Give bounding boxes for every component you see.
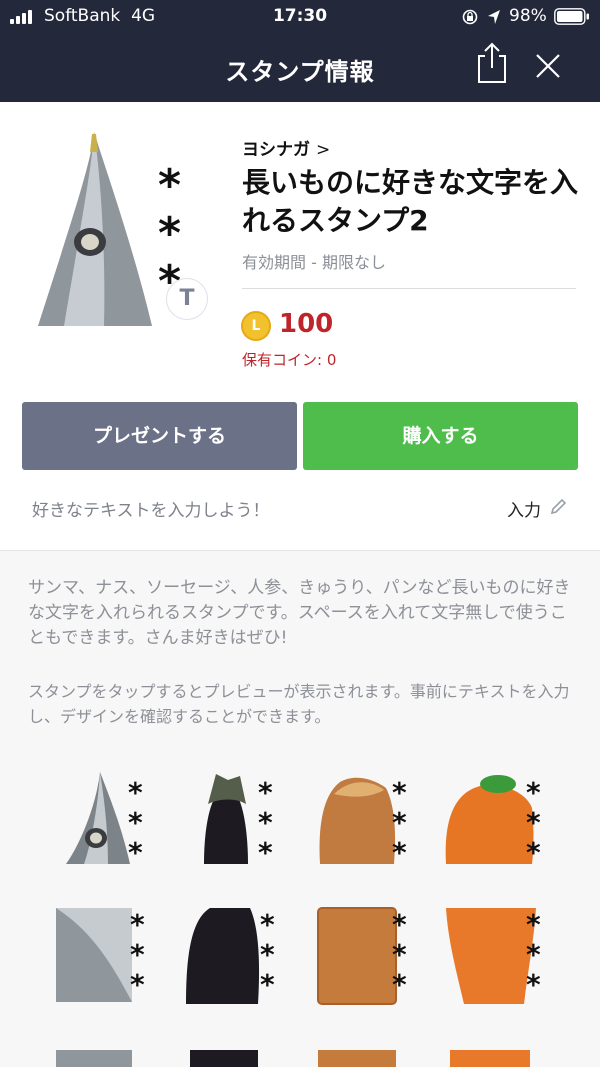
svg-text:*: * <box>526 968 541 1001</box>
sticker-row3-4[interactable] <box>440 1050 560 1067</box>
validity-text: 有効期間 - 期限なし <box>242 253 386 272</box>
svg-text:*: * <box>526 908 541 941</box>
top-bar: SoftBank 4G 17:30 98% スタンプ情報 <box>0 0 600 102</box>
price: 100 <box>279 309 334 339</box>
share-icon[interactable] <box>474 42 510 84</box>
svg-text:*: * <box>158 208 181 259</box>
description-text: サンマ、ナス、ソーセージ、人参、きゅうり、パンなど長いものに好きな文字を入れられ… <box>28 578 571 648</box>
svg-text:*: * <box>526 776 541 809</box>
sticker-eggplant-body[interactable]: *** <box>180 900 300 1010</box>
page-title: スタンプ情報 <box>225 58 375 86</box>
svg-text:*: * <box>392 776 407 809</box>
divider <box>242 288 576 289</box>
sticker-carrot-top[interactable]: *** <box>440 768 560 878</box>
svg-text:*: * <box>526 806 541 839</box>
svg-text:*: * <box>128 806 143 839</box>
svg-text:*: * <box>392 806 407 839</box>
svg-text:*: * <box>258 806 273 839</box>
sticker-row3-3[interactable] <box>310 1050 430 1067</box>
svg-text:*: * <box>392 938 407 971</box>
svg-text:*: * <box>128 836 143 869</box>
svg-text:*: * <box>258 836 273 869</box>
sticker-saury-body[interactable]: *** <box>50 900 170 1010</box>
sticker-title: 長いものに好きな文字を入れるスタンプ2 <box>242 166 579 237</box>
svg-text:*: * <box>392 908 407 941</box>
location-arrow-icon <box>488 10 500 24</box>
battery-percent: 98% <box>509 6 547 26</box>
svg-text:*: * <box>130 938 145 971</box>
battery-icon <box>554 8 589 25</box>
rotation-lock-icon <box>462 9 478 25</box>
sticker-carrot-body[interactable]: *** <box>440 900 560 1010</box>
text-badge-icon: T <box>166 278 208 320</box>
sticker-sausage-body[interactable]: *** <box>310 900 430 1010</box>
svg-text:*: * <box>258 776 273 809</box>
buy-button[interactable]: 購入する <box>303 402 578 470</box>
custom-text-input-button[interactable]: 入力 <box>507 496 541 521</box>
svg-text:*: * <box>260 968 275 1001</box>
sticker-row3-2[interactable] <box>180 1050 300 1067</box>
svg-text:*: * <box>128 776 143 809</box>
sticker-row3-1[interactable] <box>50 1050 170 1067</box>
owned-coins: 保有コイン: 0 <box>242 351 337 369</box>
svg-text:*: * <box>526 836 541 869</box>
sticker-sausage-end[interactable]: *** <box>310 768 430 878</box>
chevron-right-icon: > <box>316 140 331 160</box>
svg-text:*: * <box>260 938 275 971</box>
author-link[interactable]: ヨシナガ > <box>242 135 330 160</box>
close-icon[interactable] <box>534 52 562 80</box>
svg-text:*: * <box>130 968 145 1001</box>
preview-note: スタンプをタップするとプレビューが表示されます。事前にテキストを入力し、デザイン… <box>28 682 570 726</box>
gift-button[interactable]: プレゼントする <box>22 402 297 470</box>
sticker-eggplant-top[interactable]: *** <box>180 768 300 878</box>
status-bar: SoftBank 4G 17:30 98% <box>0 0 600 34</box>
svg-text:*: * <box>526 938 541 971</box>
svg-text:*: * <box>158 160 181 211</box>
pencil-icon[interactable] <box>549 498 567 516</box>
custom-text-hint: 好きなテキストを入力しよう！ <box>32 501 270 521</box>
svg-text:*: * <box>260 908 275 941</box>
svg-text:*: * <box>130 908 145 941</box>
svg-text:*: * <box>392 836 407 869</box>
svg-text:*: * <box>392 968 407 1001</box>
sticker-saury-head[interactable]: *** <box>50 768 170 878</box>
coin-icon: L <box>241 311 271 341</box>
